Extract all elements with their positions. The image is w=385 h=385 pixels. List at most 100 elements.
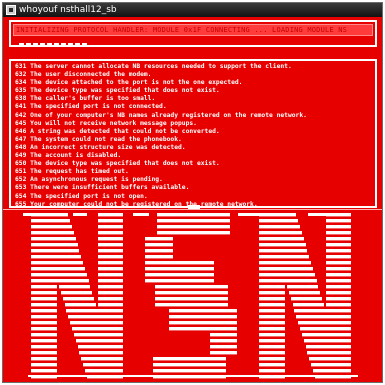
banner-stripe bbox=[259, 297, 285, 301]
banner-stripe bbox=[59, 285, 90, 289]
log-line: 642 One of your computer's NB names alre… bbox=[15, 111, 307, 119]
log-line: 647 The system could not read the phoneb… bbox=[15, 135, 182, 143]
banner-stripe bbox=[326, 267, 351, 271]
banner-stripe bbox=[291, 297, 322, 301]
banner-stripe bbox=[210, 339, 237, 343]
banner-stripe bbox=[98, 267, 123, 271]
banner-stripe bbox=[259, 249, 307, 253]
log-line: 652 An asynchronous request is pending. bbox=[15, 176, 163, 184]
banner-stripe bbox=[259, 243, 306, 247]
banner-top-mark bbox=[308, 213, 330, 216]
progress-segment bbox=[82, 43, 87, 46]
banner-stripe bbox=[31, 273, 87, 277]
banner-stripe bbox=[294, 309, 351, 313]
banner-stripe bbox=[31, 327, 57, 331]
banner-stripe bbox=[153, 369, 226, 373]
title-bar[interactable]: whoyouf nsthall12_sb bbox=[3, 3, 382, 17]
banner-stripe bbox=[155, 297, 228, 301]
banner-stripe bbox=[31, 279, 89, 283]
log-line: 654 The specified port is not open. bbox=[15, 192, 148, 200]
banner-stripe bbox=[259, 219, 298, 223]
banner-stripe bbox=[259, 369, 285, 373]
banner-stripe bbox=[98, 219, 123, 223]
console-content: INITIALIZING PROTOCOL HANDLER: MODULE 0x… bbox=[3, 17, 382, 384]
banner-stripe bbox=[98, 255, 123, 259]
banner-stripe bbox=[145, 237, 173, 241]
banner-stripe bbox=[259, 285, 285, 289]
log-line: 648 An incorrect structure size was dete… bbox=[15, 143, 186, 151]
app-icon[interactable] bbox=[6, 5, 16, 15]
banner-stripe bbox=[85, 369, 123, 373]
banner-stripe bbox=[145, 267, 214, 271]
banner-stripe bbox=[304, 339, 351, 343]
banner-stripe bbox=[145, 249, 173, 253]
banner-stripe bbox=[259, 321, 285, 325]
progress-segment bbox=[75, 43, 80, 46]
banner-stripe bbox=[31, 285, 57, 289]
banner-stripe bbox=[31, 255, 81, 259]
banner-stripe bbox=[169, 309, 237, 313]
banner-stripe bbox=[145, 255, 173, 259]
banner-stripe bbox=[259, 351, 285, 355]
banner-stripe bbox=[31, 363, 57, 367]
banner-stripe bbox=[98, 249, 123, 253]
banner-stripe bbox=[259, 339, 285, 343]
window-title: whoyouf nsthall12_sb bbox=[19, 5, 117, 15]
banner-stripe bbox=[79, 351, 123, 355]
banner-stripe bbox=[31, 219, 70, 223]
banner-stripe bbox=[326, 261, 351, 265]
banner-stripe bbox=[31, 321, 57, 325]
log-line: 641 The specified port is not connected. bbox=[15, 103, 167, 111]
banner-stripe bbox=[259, 327, 285, 331]
banner-stripe bbox=[259, 315, 285, 319]
banner-stripe bbox=[31, 231, 74, 235]
banner-stripe bbox=[31, 357, 57, 361]
banner-stripe bbox=[326, 219, 351, 223]
scroll-handle[interactable] bbox=[188, 205, 200, 209]
banner-stripe bbox=[68, 315, 123, 319]
log-line: 649 The account is disabled. bbox=[15, 152, 122, 160]
banner-stripe bbox=[302, 333, 351, 337]
banner-stripe bbox=[70, 321, 123, 325]
banner-stripe bbox=[153, 363, 226, 367]
banner-stripe bbox=[83, 363, 123, 367]
banner-stripe bbox=[31, 339, 57, 343]
banner-stripe bbox=[31, 345, 57, 349]
banner-top-mark bbox=[238, 213, 260, 216]
banner-stripe bbox=[145, 279, 214, 283]
banner-stripe bbox=[31, 249, 79, 253]
banner-stripe bbox=[309, 357, 351, 361]
banner-stripe bbox=[98, 297, 123, 301]
banner-top-mark bbox=[23, 213, 43, 216]
banner-stripe bbox=[98, 303, 123, 307]
banner-stripe bbox=[259, 309, 285, 313]
log-line: 634 The device attached to the port is n… bbox=[15, 79, 243, 87]
banner-stripe bbox=[155, 303, 228, 307]
banner-stripe bbox=[293, 303, 324, 307]
banner-stripe bbox=[74, 333, 123, 337]
banner-stripe bbox=[155, 285, 228, 289]
banner-stripe bbox=[259, 267, 313, 271]
banner-stripe bbox=[287, 285, 318, 289]
banner-stripe bbox=[31, 309, 57, 313]
banner-top-mark bbox=[193, 213, 207, 216]
banner-stripe bbox=[326, 249, 351, 253]
banner-stripe bbox=[72, 327, 123, 331]
log-line: 650 The device type was specified that d… bbox=[15, 160, 220, 168]
banner-stripe bbox=[169, 327, 237, 331]
banner-stripe bbox=[157, 225, 230, 229]
banner-stripe bbox=[66, 309, 123, 313]
panel-divider bbox=[3, 209, 382, 210]
banner-stripe bbox=[98, 243, 123, 247]
banner-stripe bbox=[98, 285, 123, 289]
error-log-panel: 631 The server cannot allocate NB resour… bbox=[9, 59, 377, 208]
log-line: 631 The server cannot allocate NB resour… bbox=[15, 63, 292, 70]
banner-stripe bbox=[326, 303, 351, 307]
banner-stripe bbox=[326, 273, 351, 277]
banner-stripe bbox=[307, 351, 351, 355]
banner-stripe bbox=[259, 237, 304, 241]
progress-segment bbox=[61, 43, 66, 46]
banner-stripe bbox=[210, 333, 237, 337]
banner-stripe bbox=[326, 291, 351, 295]
banner-stripe bbox=[289, 291, 320, 295]
